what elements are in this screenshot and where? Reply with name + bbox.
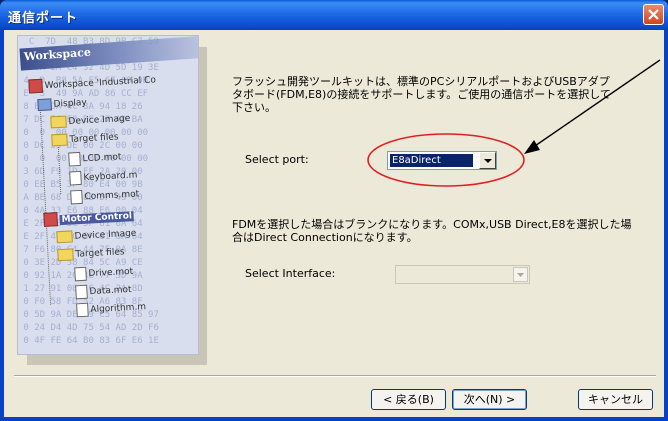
title-bar[interactable]: 通信ポート — [0, 0, 668, 30]
tree-label: Data.mot — [89, 284, 132, 298]
window-frame-bottom — [0, 417, 668, 421]
tree-node-data: Data.mot — [75, 282, 132, 300]
cancel-button[interactable]: キャンセル — [578, 389, 653, 410]
file-icon — [76, 302, 89, 318]
file-icon — [70, 189, 83, 205]
window-title: 通信ポート — [8, 11, 79, 26]
tree-node-workspace: Workspace 'Industrial Co — [28, 73, 156, 94]
back-button[interactable]: < 戻る(B) — [371, 389, 446, 410]
button-separator — [14, 375, 656, 377]
illustration-card: C 7D 48 B3 8D 9B C7 59 90 DA FF 5B 7 9A … — [17, 35, 199, 355]
file-icon — [74, 266, 87, 282]
tree-node-target-files-2: Target files — [57, 246, 125, 262]
select-port-value: E8aDirect — [389, 153, 474, 168]
folder-icon — [56, 230, 73, 244]
folder-icon — [57, 248, 74, 262]
tree-node-drive: Drive.mot — [74, 264, 134, 282]
select-interface-label: Select Interface: — [245, 267, 336, 280]
tree-node-keyboard: Keyboard.m — [69, 168, 138, 186]
tree-node-motor-control: Motor Control — [43, 208, 135, 227]
tree-label: Device Image — [68, 113, 131, 127]
dropdown-button-disabled[interactable] — [513, 267, 528, 282]
tree-label: Workspace 'Industrial Co — [44, 75, 157, 92]
select-port-dropdown[interactable]: E8aDirect — [387, 151, 497, 170]
tree-label: Keyboard.m — [83, 170, 138, 184]
tree-node-algorithm: Algorithm.m — [76, 300, 146, 318]
tree-label: Motor Control — [59, 210, 135, 225]
interface-description: FDMを選択した場合はブランクになります。COMx,USB Direct,E8を… — [232, 218, 632, 244]
file-icon — [75, 284, 88, 300]
tree-label: Device Image — [74, 228, 137, 242]
tree-node-device-image: Device Image — [50, 112, 131, 129]
next-button[interactable]: 次へ(N) > — [452, 389, 527, 410]
tree-label: Display — [53, 97, 88, 110]
close-button[interactable] — [643, 4, 664, 25]
workspace-illustration: C 7D 48 B3 8D 9B C7 59 90 DA FF 5B 7 9A … — [17, 35, 207, 365]
tree-node-display: Display — [37, 97, 87, 112]
tree-label: Target files — [75, 247, 125, 260]
window-frame-right — [664, 30, 668, 421]
tree-node-target-files: Target files — [51, 131, 119, 147]
file-icon — [69, 170, 82, 186]
folder-icon — [50, 115, 67, 129]
dropdown-button[interactable] — [479, 152, 496, 169]
tree-label: Algorithm.m — [90, 302, 147, 316]
tree-node-device-image-2: Device Image — [56, 227, 137, 244]
select-interface-dropdown[interactable] — [395, 265, 530, 284]
project-tree: Workspace 'Industrial Co Display Device … — [18, 36, 198, 354]
tree-label: Drive.mot — [88, 266, 134, 280]
select-port-label: Select port: — [245, 153, 309, 166]
display-icon — [37, 98, 52, 112]
tree-label: LCD.mot — [82, 152, 122, 165]
chevron-down-icon — [517, 273, 524, 277]
tree-node-comms: Comms.mot — [70, 187, 139, 205]
motor-control-icon — [43, 212, 59, 227]
dialog-window: 通信ポート C 7D 48 B3 8D 9B C7 59 90 DA FF 5B… — [0, 0, 668, 421]
chevron-down-icon — [484, 159, 492, 163]
port-description: フラッシュ開発ツールキットは、標準のPCシリアルポートおよびUSBアダプタボード… — [232, 75, 611, 114]
workspace-icon — [28, 78, 44, 94]
tree-label: Comms.mot — [84, 189, 140, 203]
tree-node-lcd: LCD.mot — [68, 150, 122, 167]
tree-line — [39, 104, 52, 305]
folder-icon — [51, 133, 68, 147]
tree-label: Target files — [69, 132, 119, 145]
file-icon — [68, 151, 81, 167]
